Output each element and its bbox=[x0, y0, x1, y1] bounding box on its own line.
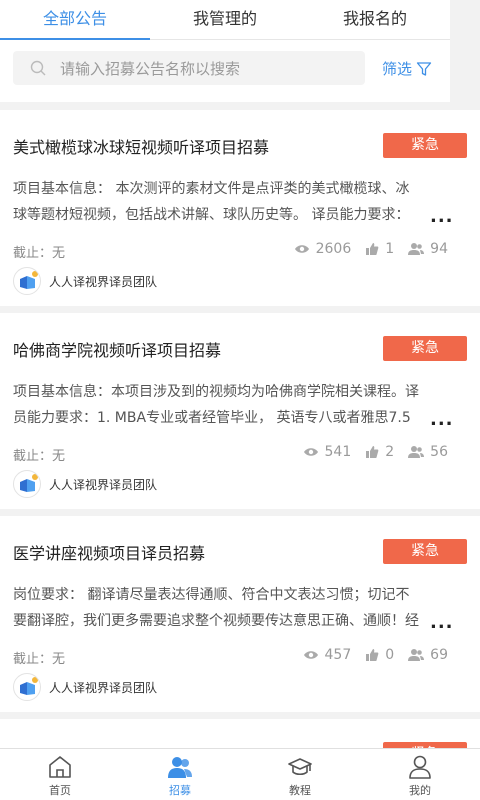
thumbs-up-icon bbox=[366, 649, 379, 661]
profile-icon bbox=[409, 755, 431, 779]
members-count: 56 bbox=[430, 444, 448, 460]
likes-count: 2 bbox=[385, 444, 395, 460]
views-stat: 2606 bbox=[294, 241, 352, 257]
members-count: 69 bbox=[430, 647, 448, 663]
team-info[interactable]: 人人译视界译员团队 bbox=[13, 470, 157, 498]
team-logo-icon bbox=[13, 673, 41, 701]
likes-stat: 1 bbox=[365, 241, 394, 257]
deadline: 截止：无 bbox=[13, 246, 66, 261]
filter-icon bbox=[416, 61, 432, 76]
nav-recruit-label: 招募 bbox=[169, 784, 191, 797]
card-description: 项目基本信息：本项目涉及到的视频均为哈佛商学院相关课程。译员能力要求：1. MB… bbox=[13, 384, 419, 426]
team-name: 人人译视界译员团队 bbox=[49, 477, 158, 492]
filter-label: 筛选 bbox=[382, 60, 413, 78]
more-indicator: ... bbox=[430, 409, 454, 430]
team-info[interactable]: 人人译视界译员团队 bbox=[13, 267, 157, 295]
announcement-card[interactable]: 医学讲座视频项目译员招募 紧急 岗位要求： 翻译请尽量表达得通顺、符合中文表达习… bbox=[0, 516, 480, 712]
likes-count: 1 bbox=[385, 241, 395, 257]
users-icon bbox=[408, 243, 425, 255]
views-count: 457 bbox=[324, 647, 352, 663]
likes-count: 0 bbox=[385, 647, 395, 663]
more-indicator: ... bbox=[430, 612, 454, 633]
eye-icon bbox=[303, 448, 318, 456]
views-stat: 457 bbox=[303, 647, 352, 663]
nav-home-label: 首页 bbox=[49, 784, 71, 797]
views-count: 541 bbox=[324, 444, 352, 460]
views-stat: 541 bbox=[303, 444, 352, 460]
nav-tutorial[interactable]: 教程 bbox=[240, 749, 360, 800]
home-icon bbox=[49, 756, 71, 778]
urgent-badge: 紧急 bbox=[383, 336, 467, 361]
tab-managed[interactable]: 我管理的 bbox=[150, 0, 300, 39]
search-icon bbox=[30, 60, 46, 76]
team-info[interactable]: 人人译视界译员团队 bbox=[13, 673, 157, 701]
likes-stat: 2 bbox=[365, 444, 394, 460]
eye-icon bbox=[303, 651, 318, 659]
search-input[interactable]: 请输入招募公告名称以搜索 bbox=[13, 51, 365, 85]
members-stat: 56 bbox=[408, 444, 448, 460]
views-count: 2606 bbox=[315, 241, 352, 257]
card-stats: 457 0 69 bbox=[289, 647, 448, 663]
search-placeholder: 请输入招募公告名称以搜索 bbox=[60, 59, 241, 78]
deadline: 截止：无 bbox=[13, 652, 66, 667]
users-icon bbox=[408, 649, 425, 661]
likes-stat: 0 bbox=[365, 647, 394, 663]
bottom-nav: 首页 招募 教程 我的 bbox=[0, 748, 480, 800]
team-name: 人人译视界译员团队 bbox=[49, 680, 158, 695]
nav-tutorial-label: 教程 bbox=[289, 784, 311, 797]
nav-profile[interactable]: 我的 bbox=[360, 749, 480, 800]
more-indicator: ... bbox=[430, 206, 454, 227]
header: 全部公告 我管理的 我报名的 请输入招募公告名称以搜索 筛选 bbox=[0, 0, 450, 102]
nav-home[interactable]: 首页 bbox=[0, 749, 120, 800]
tab-bar: 全部公告 我管理的 我报名的 bbox=[0, 0, 450, 40]
thumbs-up-icon bbox=[366, 446, 379, 458]
team-logo-icon bbox=[13, 470, 41, 498]
announcement-list: 美式橄榄球冰球短视频听译项目招募 紧急 项目基本信息： 本次测评的素材文件是点评… bbox=[0, 110, 480, 800]
eye-icon bbox=[294, 245, 309, 253]
card-title: 美式橄榄球冰球短视频听译项目招募 bbox=[13, 138, 270, 157]
recruit-icon bbox=[168, 757, 192, 778]
card-title: 哈佛商学院视频听译项目招募 bbox=[13, 341, 222, 360]
tab-registered[interactable]: 我报名的 bbox=[300, 0, 450, 39]
users-icon bbox=[408, 446, 425, 458]
card-title: 医学讲座视频项目译员招募 bbox=[13, 544, 206, 563]
card-stats: 2606 1 94 bbox=[280, 241, 448, 257]
team-name: 人人译视界译员团队 bbox=[49, 274, 158, 289]
deadline: 截止：无 bbox=[13, 449, 66, 464]
announcement-card[interactable]: 哈佛商学院视频听译项目招募 紧急 项目基本信息：本项目涉及到的视频均为哈佛商学院… bbox=[0, 313, 480, 509]
tutorial-icon bbox=[288, 758, 312, 776]
card-description: 项目基本信息： 本次测评的素材文件是点评类的美式橄榄球、冰球等题材短视频，包括战… bbox=[13, 181, 410, 223]
filter-button[interactable]: 筛选 bbox=[382, 58, 432, 79]
urgent-badge: 紧急 bbox=[383, 133, 467, 158]
members-stat: 94 bbox=[408, 241, 448, 257]
members-stat: 69 bbox=[408, 647, 448, 663]
announcement-card[interactable]: 美式橄榄球冰球短视频听译项目招募 紧急 项目基本信息： 本次测评的素材文件是点评… bbox=[0, 110, 480, 306]
tab-all-announcements[interactable]: 全部公告 bbox=[0, 0, 150, 40]
thumbs-up-icon bbox=[366, 243, 379, 255]
card-stats: 541 2 56 bbox=[289, 444, 448, 460]
urgent-badge: 紧急 bbox=[383, 539, 467, 564]
card-description: 岗位要求： 翻译请尽量表达得通顺、符合中文表达习惯；切记不要翻译腔，我们更多需要… bbox=[13, 587, 419, 629]
nav-profile-label: 我的 bbox=[409, 784, 431, 797]
members-count: 94 bbox=[430, 241, 448, 257]
team-logo-icon bbox=[13, 267, 41, 295]
nav-recruit[interactable]: 招募 bbox=[120, 749, 240, 800]
